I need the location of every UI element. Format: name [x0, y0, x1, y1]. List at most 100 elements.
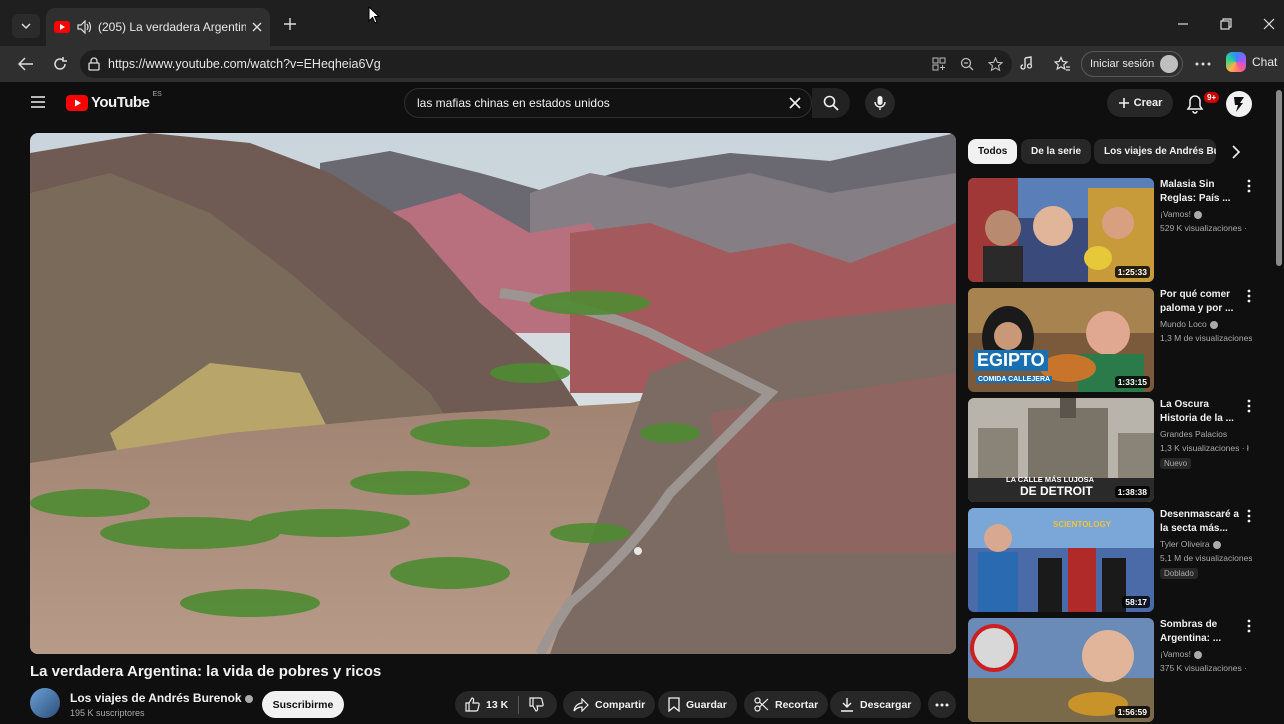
video-thumbnail[interactable]: LA CALLE MÁS LUJOSA DE DETROIT 1:38:38: [968, 398, 1154, 502]
youtube-logo[interactable]: YouTube ES: [66, 91, 162, 111]
thumbs-up-icon[interactable]: [465, 697, 480, 712]
chip-todos[interactable]: Todos: [968, 139, 1018, 164]
copilot-chat-button[interactable]: Chat: [1226, 52, 1277, 72]
recommendation-channel[interactable]: Tyler Oliveira: [1160, 539, 1221, 549]
video-thumbnail[interactable]: 1:25:33: [968, 178, 1154, 282]
recommendation-views: 529 K visualizaciones ·: [1160, 223, 1247, 233]
reload-button[interactable]: [50, 54, 70, 74]
more-vertical-icon[interactable]: [1246, 619, 1252, 633]
recommendation-item[interactable]: EGIPTO COMIDA CALLEJERA 1:33:15 Por qué …: [968, 288, 1268, 394]
recommendation-item[interactable]: SCIENTOLOGY 58:17 Desenmascaré a la sect…: [968, 508, 1268, 614]
settings-more-button[interactable]: [1193, 54, 1213, 74]
more-vertical-icon[interactable]: [1246, 289, 1252, 303]
hamburger-menu-icon: [31, 96, 45, 108]
recommendation-item[interactable]: LA CALLE MÁS LUJOSA DE DETROIT 1:38:38 L…: [968, 398, 1268, 504]
more-vertical-icon[interactable]: [1246, 509, 1252, 523]
chip-channel[interactable]: Los viajes de Andrés Bu: [1094, 139, 1216, 164]
voice-search-button[interactable]: [865, 88, 895, 118]
speaker-audio-icon[interactable]: [76, 20, 92, 34]
chevron-right-icon[interactable]: [1231, 145, 1241, 159]
guide-menu-button[interactable]: [30, 95, 46, 109]
plus-icon: [1118, 98, 1129, 108]
like-count[interactable]: 13 K: [486, 699, 508, 711]
recommendation-title[interactable]: Desenmascaré a la secta más...: [1160, 508, 1240, 536]
close-tab-icon[interactable]: [252, 22, 262, 32]
video-thumbnail[interactable]: SCIENTOLOGY 58:17: [968, 508, 1154, 612]
video-duration: 1:33:15: [1114, 376, 1150, 388]
restore-icon: [1220, 18, 1232, 30]
puzzle-music-icon: [1020, 56, 1033, 70]
recommendation-item[interactable]: 1:25:33 Malasia Sin Reglas: País ... ¡Va…: [968, 178, 1268, 284]
favorite-button[interactable]: [986, 55, 1004, 73]
new-tab-button[interactable]: [280, 14, 300, 34]
recommendation-channel-name: Tyler Oliveira: [1160, 539, 1210, 549]
verified-icon: [1209, 320, 1218, 329]
verified-icon: [1212, 540, 1221, 549]
microphone-icon: [874, 96, 886, 110]
clear-search-icon[interactable]: [789, 97, 801, 109]
notification-count-badge: 9+: [1204, 92, 1220, 103]
recommendation-channel[interactable]: ¡Vamos!: [1160, 209, 1203, 219]
recommendation-channel[interactable]: ¡Vamos!: [1160, 649, 1203, 659]
account-avatar[interactable]: [1226, 91, 1252, 117]
apps-icon: [932, 57, 946, 71]
thumbnail-subcaption: DE DETROIT: [1020, 484, 1093, 498]
browser-address-bar: https://www.youtube.com/watch?v=EHeqheia…: [0, 46, 1284, 82]
chip-de-la-serie[interactable]: De la serie: [1021, 139, 1092, 164]
recommendation-channel-name: Mundo Loco: [1160, 319, 1207, 329]
recommendation-channel[interactable]: Mundo Loco: [1160, 319, 1218, 329]
search-button[interactable]: [812, 88, 850, 118]
recommendation-title[interactable]: Por qué comer paloma y por ...: [1160, 288, 1240, 316]
video-thumbnail[interactable]: 1:56:59: [968, 618, 1154, 722]
download-label: Descargar: [860, 698, 912, 711]
more-vertical-icon[interactable]: [1246, 399, 1252, 413]
subscribe-button[interactable]: Suscribirme: [262, 691, 344, 718]
user-silhouette-icon: [1234, 97, 1244, 112]
lock-icon[interactable]: [88, 57, 100, 71]
recommendation-title[interactable]: La Oscura Historia de la ...: [1160, 398, 1240, 426]
video-thumbnail[interactable]: EGIPTO COMIDA CALLEJERA 1:33:15: [968, 288, 1154, 392]
browser-tab-bar: (205) La verdadera Argentina: la vida de…: [0, 0, 1284, 46]
url-field[interactable]: https://www.youtube.com/watch?v=EHeqheia…: [80, 50, 1012, 78]
clip-button[interactable]: Recortar: [744, 691, 829, 718]
thumbnail-caption: EGIPTO: [974, 350, 1048, 371]
share-button[interactable]: Compartir: [563, 691, 656, 718]
signin-button[interactable]: Iniciar sesión: [1081, 51, 1183, 77]
restore-button[interactable]: [1216, 14, 1236, 34]
star-icon: [987, 56, 1003, 71]
more-actions-button[interactable]: [928, 691, 956, 718]
minimize-button[interactable]: [1173, 14, 1193, 34]
download-button[interactable]: Descargar: [830, 691, 922, 718]
url-text: https://www.youtube.com/watch?v=EHeqheia…: [108, 57, 381, 71]
browser-tab-active[interactable]: (205) La verdadera Argentina: la vida de…: [46, 8, 270, 46]
extensions-button[interactable]: [1018, 54, 1038, 74]
bookmark-icon: [668, 697, 680, 712]
thumbs-down-icon[interactable]: [529, 697, 544, 712]
save-button[interactable]: Guardar: [658, 691, 737, 718]
recommendation-channel[interactable]: Grandes Palacios: [1160, 429, 1227, 439]
notifications-button[interactable]: [1186, 94, 1204, 114]
search-input[interactable]: las mafias chinas en estados unidos: [404, 88, 812, 118]
recommendation-item[interactable]: 1:56:59 Sombras de Argentina: ... ¡Vamos…: [968, 618, 1268, 724]
reload-icon: [54, 57, 67, 70]
recommendation-title[interactable]: Sombras de Argentina: ...: [1160, 618, 1240, 646]
back-button[interactable]: [16, 54, 36, 74]
app-available-button[interactable]: [930, 55, 948, 73]
channel-name-link[interactable]: Los viajes de Andrés Burenok: [70, 691, 253, 705]
recommendation-title[interactable]: Malasia Sin Reglas: País ...: [1160, 178, 1240, 206]
zoom-button[interactable]: [958, 55, 976, 73]
close-window-button[interactable]: [1259, 14, 1279, 34]
like-divider: [518, 695, 520, 714]
create-button[interactable]: Crear: [1107, 89, 1173, 117]
youtube-country-code: ES: [152, 91, 162, 98]
more-vertical-icon[interactable]: [1246, 179, 1252, 193]
video-duration: 58:17: [1122, 596, 1150, 608]
page-scrollbar[interactable]: [1276, 90, 1282, 266]
copilot-icon: [1226, 52, 1246, 72]
tab-list-button[interactable]: [12, 14, 40, 38]
download-icon: [841, 698, 853, 712]
subscriber-count: 195 K suscriptores: [70, 708, 145, 718]
channel-avatar[interactable]: [30, 688, 60, 718]
favorites-button[interactable]: [1052, 54, 1072, 74]
video-player[interactable]: [30, 133, 956, 654]
